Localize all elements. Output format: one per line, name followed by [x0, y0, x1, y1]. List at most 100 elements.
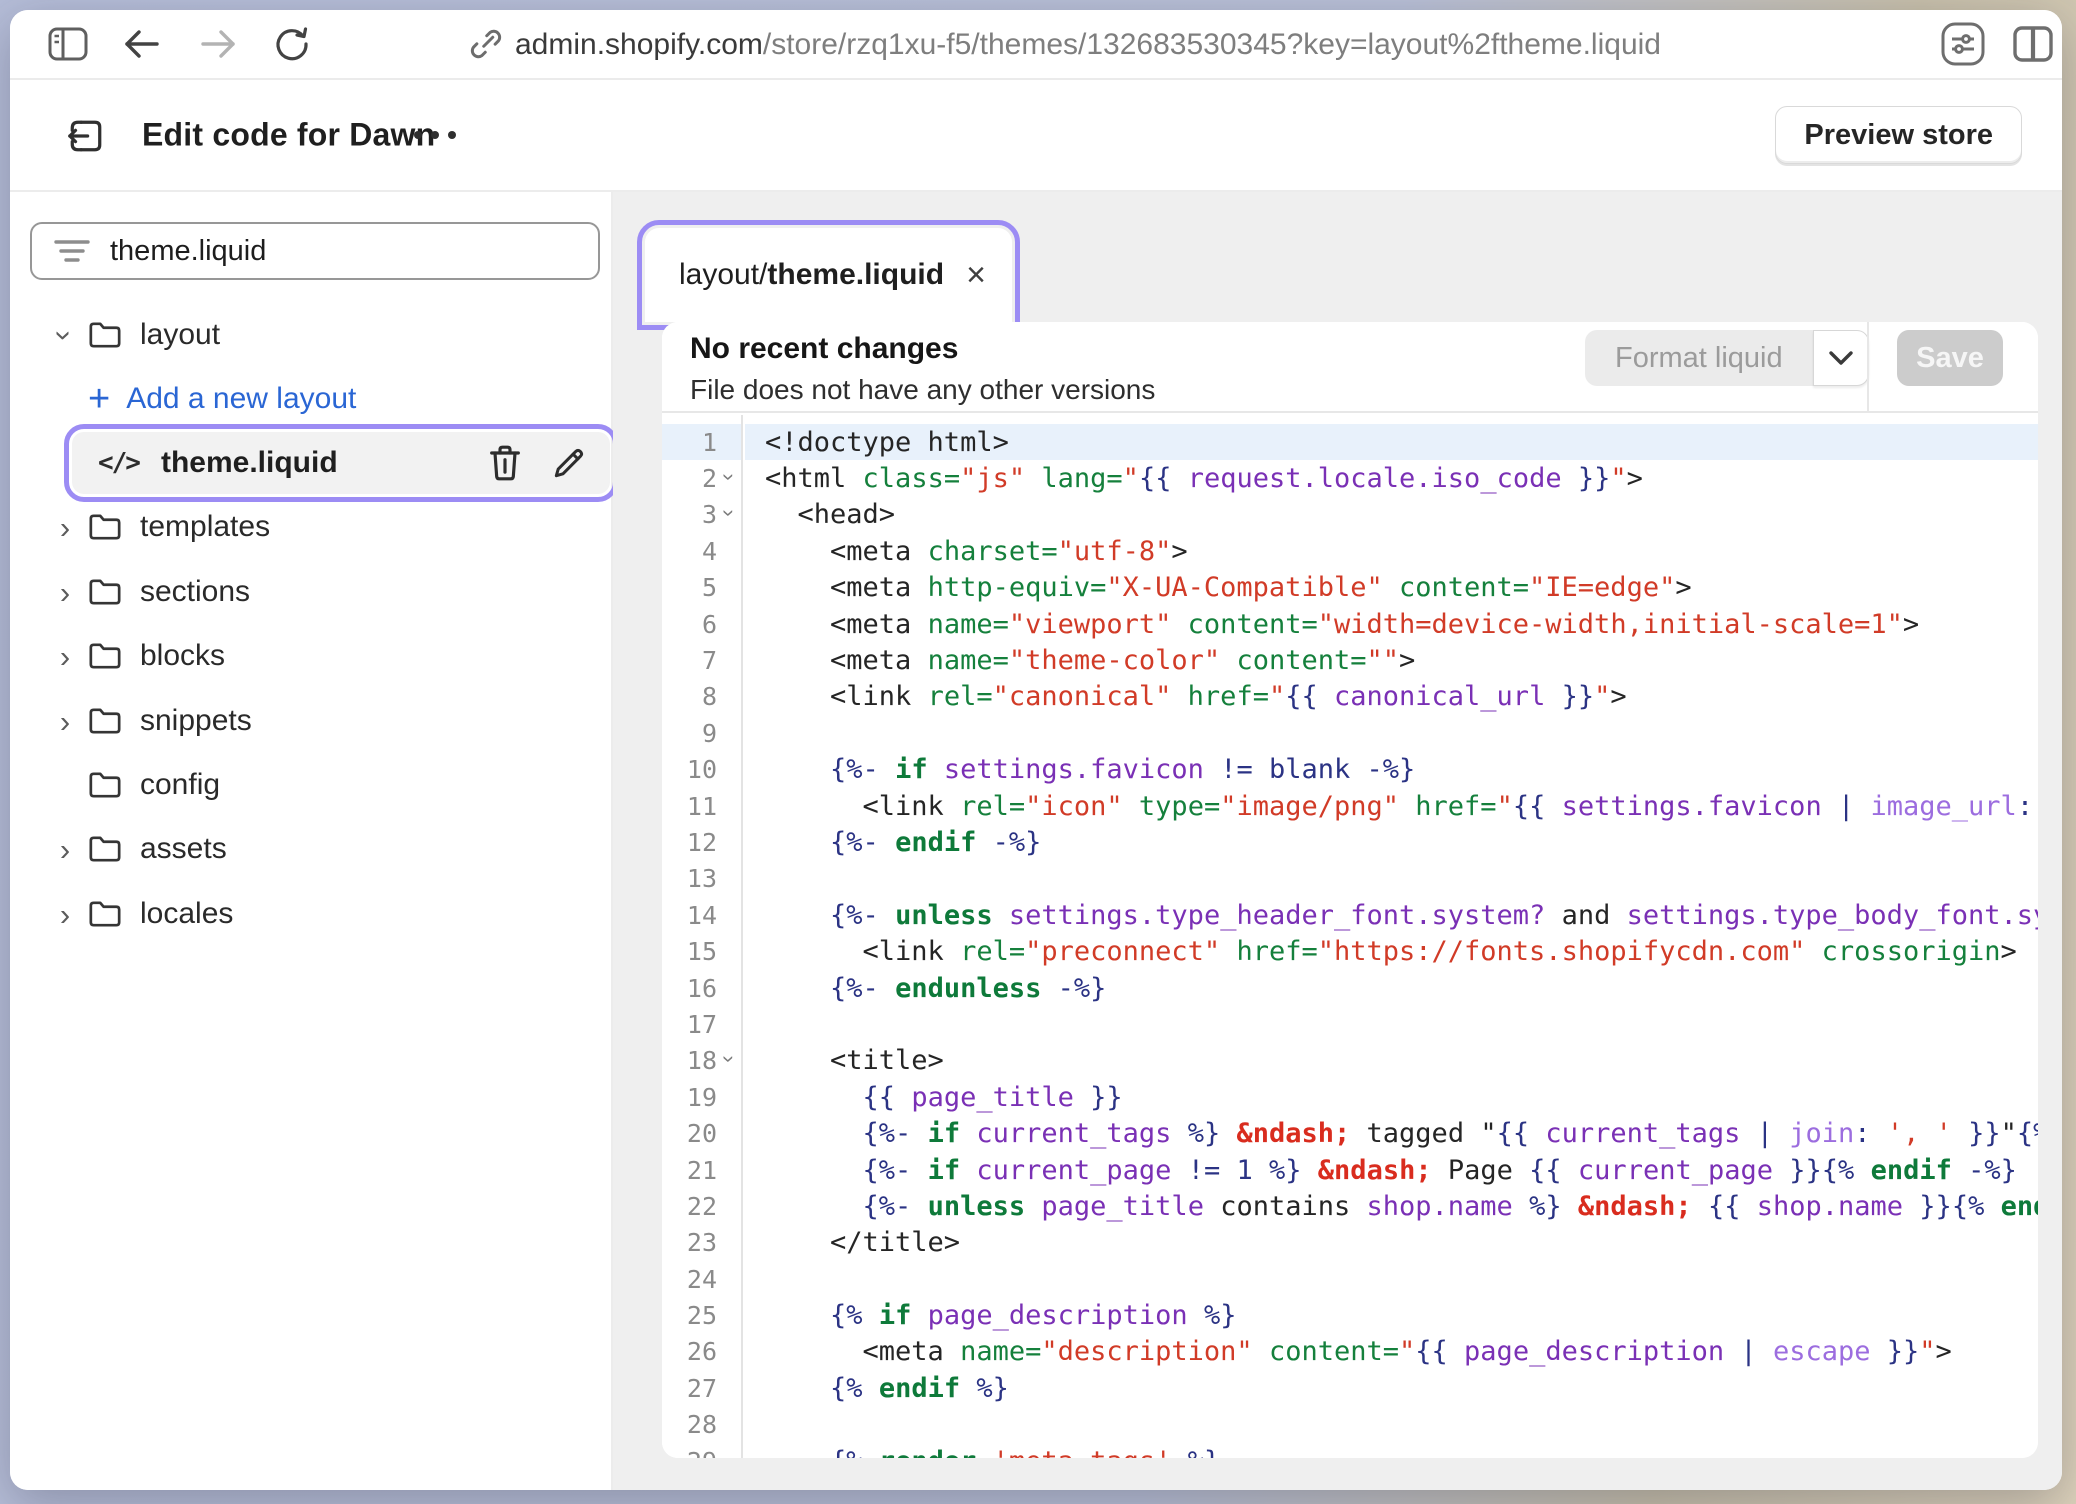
line-number-12: 12 [662, 824, 741, 860]
format-liquid-dropdown[interactable] [1813, 330, 1869, 386]
format-liquid-group: Format liquid [1585, 330, 1869, 386]
save-button[interactable]: Save [1897, 330, 2003, 386]
line-number-3: 3› [662, 497, 741, 533]
code-line-11[interactable]: <link rel="icon" type="image/png" href="… [745, 788, 2038, 824]
code-line-9[interactable] [745, 715, 2038, 751]
code-line-7[interactable]: <meta name="theme-color" content=""> [745, 642, 2038, 678]
line-number-28: 28 [662, 1407, 741, 1443]
line-number-7: 7 [662, 642, 741, 678]
file-label: theme.liquid [161, 446, 338, 480]
sidebar-toggle-icon[interactable] [48, 27, 88, 61]
code-line-6[interactable]: <meta name="viewport" content="width=dev… [745, 606, 2038, 642]
code-line-20[interactable]: {%- if current_tags %} &ndash; tagged "{… [745, 1115, 2038, 1151]
code-line-21[interactable]: {%- if current_page != 1 %} &ndash; Page… [745, 1152, 2038, 1188]
tab-close-icon[interactable]: × [966, 258, 986, 292]
line-number-25: 25 [662, 1297, 741, 1333]
tab-theme-liquid[interactable]: layout/theme.liquid × [645, 228, 1012, 322]
code-line-27[interactable]: {% endif %} [745, 1370, 2038, 1406]
code-line-2[interactable]: <html class="js" lang="{{ request.locale… [745, 460, 2038, 496]
status-subtitle: File does not have any other versions [690, 374, 1155, 406]
file-sidebar: theme.liquid ›layout›templates›sections›… [10, 192, 613, 1490]
line-number-6: 6 [662, 606, 741, 642]
editor-header: No recent changes File does not have any… [662, 322, 2038, 413]
split-view-icon[interactable] [2010, 21, 2056, 67]
exit-editor-button[interactable] [58, 108, 114, 164]
folder-icon [88, 577, 122, 607]
code-line-5[interactable]: <meta http-equiv="X-UA-Compatible" conte… [745, 570, 2038, 606]
code-area[interactable]: <!doctype html><html class="js" lang="{{… [745, 415, 2038, 1458]
code-editor[interactable]: 12›3›456789101112131415161718›1920212223… [662, 415, 2038, 1458]
code-line-19[interactable]: {{ page_title }} [745, 1079, 2038, 1115]
line-number-16: 16 [662, 970, 741, 1006]
code-line-15[interactable]: <link rel="preconnect" href="https://fon… [745, 933, 2038, 969]
more-actions-button[interactable] [414, 131, 456, 139]
code-line-14[interactable]: {%- unless settings.type_header_font.sys… [745, 897, 2038, 933]
chevron-right-icon[interactable]: › [60, 512, 70, 543]
tab-file-name: theme.liquid [767, 258, 944, 292]
code-line-8[interactable]: <link rel="canonical" href="{{ canonical… [745, 679, 2038, 715]
reload-icon[interactable] [272, 24, 312, 64]
chevron-right-icon[interactable]: › [60, 706, 70, 737]
fold-toggle-icon[interactable]: › [716, 465, 742, 489]
browser-window: admin.shopify.com/store/rzq1xu-f5/themes… [10, 10, 2062, 1490]
sidebar-item-locales[interactable]: ›locales [10, 882, 611, 946]
code-line-28[interactable] [745, 1407, 2038, 1443]
sidebar-item-sections[interactable]: ›sections [10, 560, 611, 624]
line-number-11: 11 [662, 788, 741, 824]
url-bar[interactable]: admin.shopify.com/store/rzq1xu-f5/themes… [515, 10, 1661, 80]
sidebar-item-config[interactable]: config [10, 753, 611, 817]
code-line-18[interactable]: <title> [745, 1043, 2038, 1079]
folder-label: templates [140, 510, 270, 544]
add-new-layout-link[interactable]: +Add a new layout [10, 367, 611, 431]
chevron-right-icon[interactable]: › [60, 641, 70, 672]
chevron-down-icon [1828, 350, 1854, 366]
code-line-3[interactable]: <head> [745, 497, 2038, 533]
format-liquid-button[interactable]: Format liquid [1585, 330, 1813, 386]
sidebar-item-blocks[interactable]: ›blocks [10, 624, 611, 688]
sidebar-file-theme-liquid[interactable]: </>theme.liquid [72, 432, 610, 494]
page-settings-icon[interactable] [1938, 19, 1988, 69]
line-number-18: 18› [662, 1043, 741, 1079]
sidebar-item-layout[interactable]: › layout [10, 303, 611, 367]
code-line-4[interactable]: <meta charset="utf-8"> [745, 533, 2038, 569]
chevron-down-icon[interactable]: › [49, 330, 80, 340]
chevron-right-icon[interactable]: › [60, 899, 70, 930]
status-title: No recent changes [690, 332, 958, 366]
back-icon[interactable] [122, 28, 162, 60]
chevron-right-icon[interactable]: › [60, 577, 70, 608]
filter-icon [54, 238, 90, 264]
file-search-input[interactable]: theme.liquid [30, 222, 600, 280]
line-number-24: 24 [662, 1261, 741, 1297]
code-line-12[interactable]: {%- endif -%} [745, 824, 2038, 860]
folder-icon [88, 899, 122, 929]
code-line-13[interactable] [745, 861, 2038, 897]
fold-toggle-icon[interactable]: › [716, 501, 742, 525]
folder-icon [88, 770, 122, 800]
folder-icon [88, 834, 122, 864]
code-line-25[interactable]: {% if page_description %} [745, 1297, 2038, 1333]
sidebar-item-assets[interactable]: › assets [10, 817, 611, 881]
folder-label: assets [140, 832, 227, 866]
edit-pencil-icon[interactable] [550, 443, 588, 483]
code-line-10[interactable]: {%- if settings.favicon != blank -%} [745, 752, 2038, 788]
sidebar-item-snippets[interactable]: ›snippets [10, 689, 611, 753]
code-line-17[interactable] [745, 1006, 2038, 1042]
code-line-26[interactable]: <meta name="description" content="{{ pag… [745, 1334, 2038, 1370]
folder-label: layout [140, 318, 220, 352]
line-number-23: 23 [662, 1225, 741, 1261]
preview-store-button[interactable]: Preview store [1775, 106, 2022, 164]
url-path: /store/rzq1xu-f5/themes/132683530345?key… [763, 28, 1661, 62]
code-line-16[interactable]: {%- endunless -%} [745, 970, 2038, 1006]
code-line-24[interactable] [745, 1261, 2038, 1297]
forward-icon[interactable] [198, 28, 238, 60]
chevron-right-icon[interactable]: › [60, 834, 70, 865]
line-number-19: 19 [662, 1079, 741, 1115]
code-line-23[interactable]: </title> [745, 1225, 2038, 1261]
code-line-29[interactable]: {% render 'meta-tags' %} [745, 1443, 2038, 1458]
code-line-22[interactable]: {%- unless page_title contains shop.name… [745, 1188, 2038, 1224]
tab-path-prefix: layout/ [679, 258, 767, 292]
trash-icon[interactable] [486, 443, 524, 483]
sidebar-item-templates[interactable]: › templates [10, 495, 611, 559]
fold-toggle-icon[interactable]: › [716, 1047, 742, 1071]
code-line-1[interactable]: <!doctype html> [745, 424, 2038, 460]
